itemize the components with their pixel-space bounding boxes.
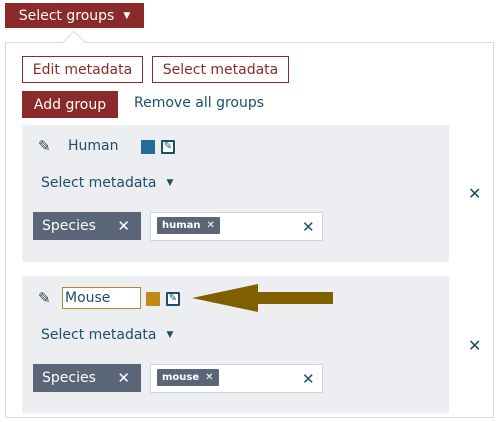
caret-down-icon: ▼ <box>123 10 131 21</box>
tag-chip: human ✕ <box>157 217 220 234</box>
remove-tag-icon[interactable]: ✕ <box>207 220 215 231</box>
select-groups-button[interactable]: Select groups ▼ <box>5 3 144 28</box>
remove-tag-icon[interactable]: ✕ <box>205 372 213 383</box>
annotation-arrow <box>192 284 333 312</box>
group-color-swatch[interactable] <box>146 292 160 306</box>
group-select-metadata-label: Select metadata <box>41 327 157 343</box>
filter-label: Species <box>42 218 96 234</box>
remove-group-icon[interactable]: ✕ <box>468 184 481 203</box>
tag-label: human <box>162 220 201 231</box>
clear-tags-icon[interactable]: ✕ <box>302 218 315 236</box>
filter-label: Species <box>42 370 96 386</box>
species-filter-chip: Species ✕ <box>33 212 141 240</box>
edit-color-icon[interactable]: ✎ <box>161 140 175 154</box>
group-name-human[interactable]: Human <box>68 138 119 154</box>
edit-color-icon[interactable]: ✎ <box>166 292 180 306</box>
group-select-metadata-label: Select metadata <box>41 175 157 191</box>
remove-filter-icon[interactable]: ✕ <box>117 217 130 235</box>
group-select-metadata-dropdown[interactable]: Select metadata ▼ <box>41 327 173 343</box>
edit-metadata-button[interactable]: Edit metadata <box>22 56 143 83</box>
clear-tags-icon[interactable]: ✕ <box>302 370 315 388</box>
species-filter-chip: Species ✕ <box>33 364 141 392</box>
pencil-icon[interactable]: ✎ <box>38 137 51 155</box>
group-name-input[interactable]: Mouse <box>62 287 141 309</box>
tag-chip: mouse ✕ <box>157 369 219 386</box>
tag-label: mouse <box>162 372 200 383</box>
group-color-swatch[interactable] <box>141 140 155 154</box>
remove-filter-icon[interactable]: ✕ <box>117 369 130 387</box>
select-metadata-button[interactable]: Select metadata <box>152 56 289 83</box>
pencil-icon[interactable]: ✎ <box>38 289 51 307</box>
group-select-metadata-dropdown[interactable]: Select metadata ▼ <box>41 175 173 191</box>
select-groups-label: Select groups <box>18 7 115 24</box>
add-group-button[interactable]: Add group <box>22 91 118 118</box>
caret-down-icon: ▼ <box>166 178 174 188</box>
remove-group-icon[interactable]: ✕ <box>468 336 481 355</box>
remove-all-groups-link[interactable]: Remove all groups <box>134 95 264 111</box>
caret-down-icon: ▼ <box>166 330 174 340</box>
